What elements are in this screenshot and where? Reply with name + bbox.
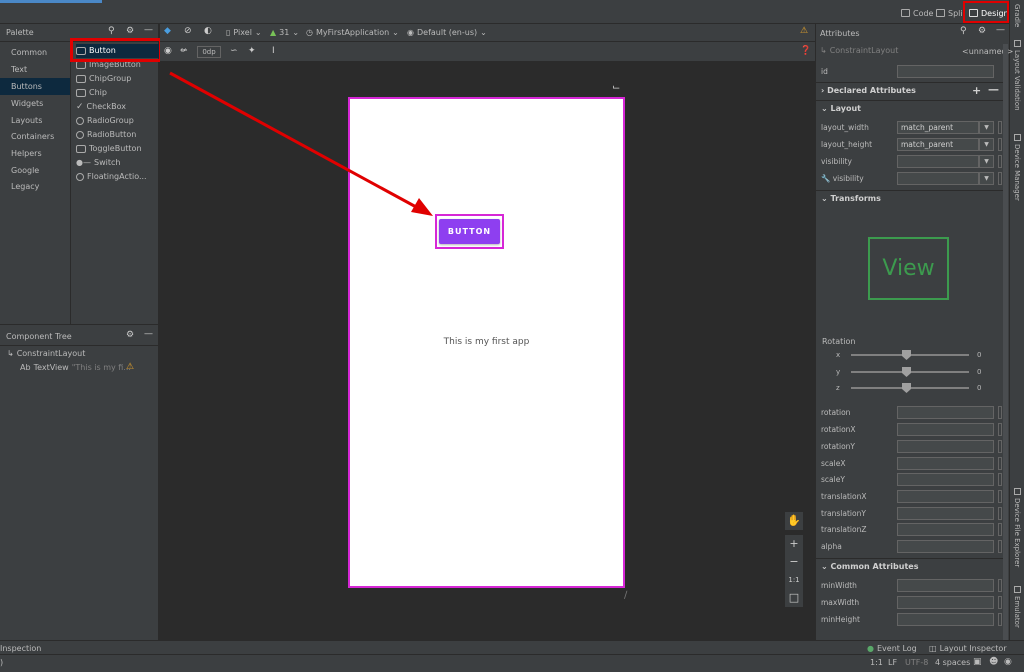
event-log-tab[interactable]: ● Event Log	[867, 644, 917, 653]
chevron-down-icon[interactable]: ▼	[979, 155, 994, 168]
resource-picker[interactable]	[998, 596, 1002, 609]
minwidth-field[interactable]	[897, 579, 994, 592]
attr-row-translationx: translationX	[821, 489, 1002, 504]
line-separator[interactable]: LF	[888, 658, 897, 667]
attr-row-visibility: visibility ▼	[821, 154, 1002, 169]
rotation-z-slider[interactable]: z0	[816, 381, 1006, 395]
section-transforms[interactable]: ⌄ Transforms	[816, 190, 1006, 206]
attr-row-minheight: minHeight	[821, 612, 1002, 627]
resource-picker[interactable]	[998, 457, 1002, 470]
slider-thumb[interactable]	[902, 350, 911, 360]
layout-width-field[interactable]: match_parent	[897, 121, 979, 134]
rotation-label: Rotation	[822, 337, 856, 346]
notifications-icon[interactable]: ◉	[1004, 657, 1012, 667]
status-left-text: )	[0, 658, 4, 667]
resource-picker[interactable]	[998, 155, 1002, 168]
indent-setting[interactable]: 4 spaces	[935, 658, 970, 667]
cursor-position[interactable]: 1:1	[870, 658, 883, 667]
attr-row-scaley: scaleY	[821, 472, 1002, 487]
remove-icon[interactable]: —	[988, 82, 999, 98]
resource-picker[interactable]	[998, 440, 1002, 453]
attr-row-translationz: translationZ	[821, 522, 1002, 537]
resource-picker[interactable]	[998, 613, 1002, 626]
maxwidth-field[interactable]	[897, 596, 994, 609]
rotationy-field[interactable]	[897, 440, 994, 453]
alpha-field[interactable]	[897, 540, 994, 553]
attr-row-id: id	[821, 64, 1001, 79]
resource-picker[interactable]	[998, 138, 1002, 151]
attr-row-maxwidth: maxWidth	[821, 595, 1002, 610]
resource-picker[interactable]	[998, 490, 1002, 503]
constraint-layout-icon: ↳	[820, 46, 827, 55]
resource-picker[interactable]	[998, 540, 1002, 553]
visibility-field[interactable]	[897, 155, 979, 168]
status-bar: Inspection ● Event Log ◫ Layout Inspector …	[0, 640, 1024, 672]
tools-visibility-field[interactable]	[897, 172, 979, 185]
attr-row-rotationx: rotationX	[821, 422, 1002, 437]
section-common[interactable]: ⌄ Common Attributes	[816, 558, 1006, 574]
attr-row-rotationy: rotationY	[821, 439, 1002, 454]
attributes-panel: Attributes ⚲ ⚙ — ↳ ConstraintLayout <unna…	[815, 24, 1013, 644]
resource-picker[interactable]	[998, 507, 1002, 520]
resource-picker[interactable]	[998, 172, 1002, 185]
search-icon[interactable]: ⚲	[960, 26, 967, 36]
minimize-icon[interactable]: —	[996, 25, 1005, 35]
face-icon[interactable]: ☻	[989, 657, 998, 667]
status-divider	[0, 654, 1024, 655]
resource-picker[interactable]	[998, 523, 1002, 536]
chevron-down-icon[interactable]: ▼	[979, 138, 994, 151]
scaley-field[interactable]	[897, 473, 994, 486]
layout-height-field[interactable]: match_parent	[897, 138, 979, 151]
add-icon[interactable]: +	[972, 83, 981, 99]
inspection-tab[interactable]: Inspection	[0, 644, 41, 653]
attr-row-alpha: alpha	[821, 539, 1002, 554]
attr-row-translationy: translationY	[821, 506, 1002, 521]
arrow-line	[169, 71, 419, 210]
minheight-field[interactable]	[897, 613, 994, 626]
attr-row-scalex: scaleX	[821, 456, 1002, 471]
lock-icon[interactable]: ▣	[973, 657, 982, 667]
resource-picker[interactable]	[998, 406, 1002, 419]
wrench-icon: 🔧	[821, 174, 831, 183]
gear-icon[interactable]: ⚙	[978, 26, 986, 36]
attributes-scrollbar[interactable]	[1003, 44, 1008, 644]
layout-inspector-tab[interactable]: ◫ Layout Inspector	[929, 644, 1007, 653]
translationz-field[interactable]	[897, 523, 994, 536]
rotationx-field[interactable]	[897, 423, 994, 436]
resource-picker[interactable]	[998, 473, 1002, 486]
arrow-head	[411, 198, 433, 216]
rotation-y-slider[interactable]: y0	[816, 365, 1006, 379]
slider-thumb[interactable]	[902, 383, 911, 393]
chevron-down-icon[interactable]: ▼	[979, 121, 994, 134]
slider-thumb[interactable]	[902, 367, 911, 377]
section-layout[interactable]: ⌄ Layout	[816, 100, 1006, 116]
file-encoding[interactable]: UTF-8	[905, 658, 928, 667]
attributes-title: Attributes	[820, 29, 860, 38]
attr-row-tools-visibility: 🔧 visibility ▼	[821, 171, 1002, 186]
rotation-x-slider[interactable]: x0	[816, 348, 1006, 362]
translationy-field[interactable]	[897, 507, 994, 520]
attr-row-rotation: rotation	[821, 405, 1002, 420]
event-log-icon: ●	[867, 644, 874, 653]
section-declared[interactable]: › Declared Attributes + —	[816, 82, 1006, 98]
rotation-field[interactable]	[897, 406, 994, 419]
id-field[interactable]	[897, 65, 994, 78]
translationx-field[interactable]	[897, 490, 994, 503]
scalex-field[interactable]	[897, 457, 994, 470]
attr-row-minwidth: minWidth	[821, 578, 1002, 593]
chevron-down-icon[interactable]: ▼	[979, 172, 994, 185]
resource-picker[interactable]	[998, 423, 1002, 436]
resource-picker[interactable]	[998, 121, 1002, 134]
attr-row-layout-width: layout_width match_parent ▼	[821, 120, 1002, 135]
attr-row-layout-height: layout_height match_parent ▼	[821, 137, 1002, 152]
selected-widget: ↳ ConstraintLayout	[820, 46, 899, 55]
resource-picker[interactable]	[998, 579, 1002, 592]
layout-inspector-icon: ◫	[929, 644, 937, 653]
view-preview: View	[868, 237, 949, 300]
